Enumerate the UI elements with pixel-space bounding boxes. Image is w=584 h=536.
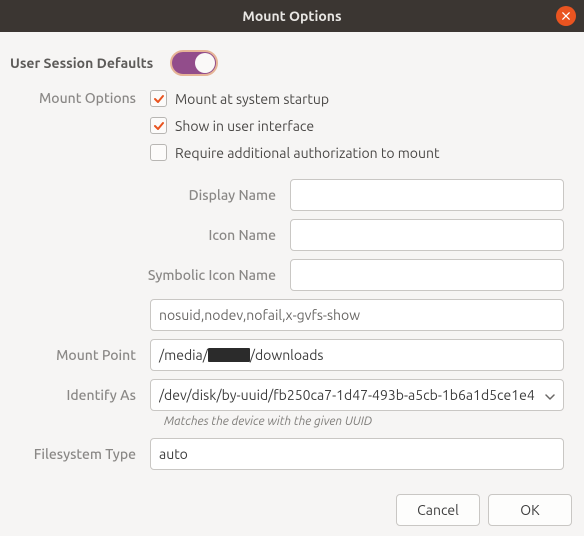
- titlebar: Mount Options: [0, 0, 584, 32]
- icon-name-input[interactable]: [290, 219, 564, 251]
- identify-as-hint: Matches the device with the given UUID: [164, 415, 564, 428]
- filesystem-type-input[interactable]: [150, 438, 564, 470]
- symbolic-icon-name-input[interactable]: [290, 259, 564, 291]
- dialog-content: User Session Defaults Mount Options Moun…: [0, 32, 584, 488]
- check-icon: [153, 93, 165, 105]
- checkbox-show-ui[interactable]: [150, 117, 167, 134]
- window-title: Mount Options: [242, 8, 341, 24]
- mount-point-input[interactable]: [150, 339, 564, 371]
- checkbox-mount-at-startup[interactable]: [150, 90, 167, 107]
- label-filesystem-type: Filesystem Type: [10, 446, 150, 462]
- close-button[interactable]: [556, 6, 576, 26]
- checkbox-require-auth[interactable]: [150, 144, 167, 161]
- checkbox-label-show-ui: Show in user interface: [175, 118, 314, 134]
- ok-button[interactable]: OK: [488, 494, 572, 526]
- close-icon: [562, 12, 570, 20]
- cancel-button[interactable]: Cancel: [396, 494, 480, 526]
- toggle-knob: [195, 53, 215, 73]
- user-session-defaults-toggle[interactable]: [170, 50, 218, 76]
- label-mount-point: Mount Point: [10, 347, 150, 363]
- mount-options-line-input[interactable]: [150, 299, 564, 331]
- display-name-input[interactable]: [290, 179, 564, 211]
- label-identify-as: Identify As: [10, 387, 150, 403]
- chevron-down-icon: [545, 387, 555, 403]
- dialog-footer: Cancel OK: [0, 488, 584, 536]
- label-display-name: Display Name: [10, 187, 290, 203]
- checkbox-label-require-auth: Require additional authorization to moun…: [175, 145, 440, 161]
- section-title: User Session Defaults: [10, 55, 170, 71]
- identify-as-select[interactable]: /dev/disk/by-uuid/fb250ca7-1d47-493b-a5c…: [150, 379, 564, 411]
- label-symbolic-icon-name: Symbolic Icon Name: [10, 267, 290, 283]
- checkbox-label-startup: Mount at system startup: [175, 91, 329, 107]
- check-icon: [153, 120, 165, 132]
- label-mount-options: Mount Options: [10, 88, 150, 106]
- label-icon-name: Icon Name: [10, 227, 290, 243]
- identify-as-value: /dev/disk/by-uuid/fb250ca7-1d47-493b-a5c…: [159, 387, 539, 403]
